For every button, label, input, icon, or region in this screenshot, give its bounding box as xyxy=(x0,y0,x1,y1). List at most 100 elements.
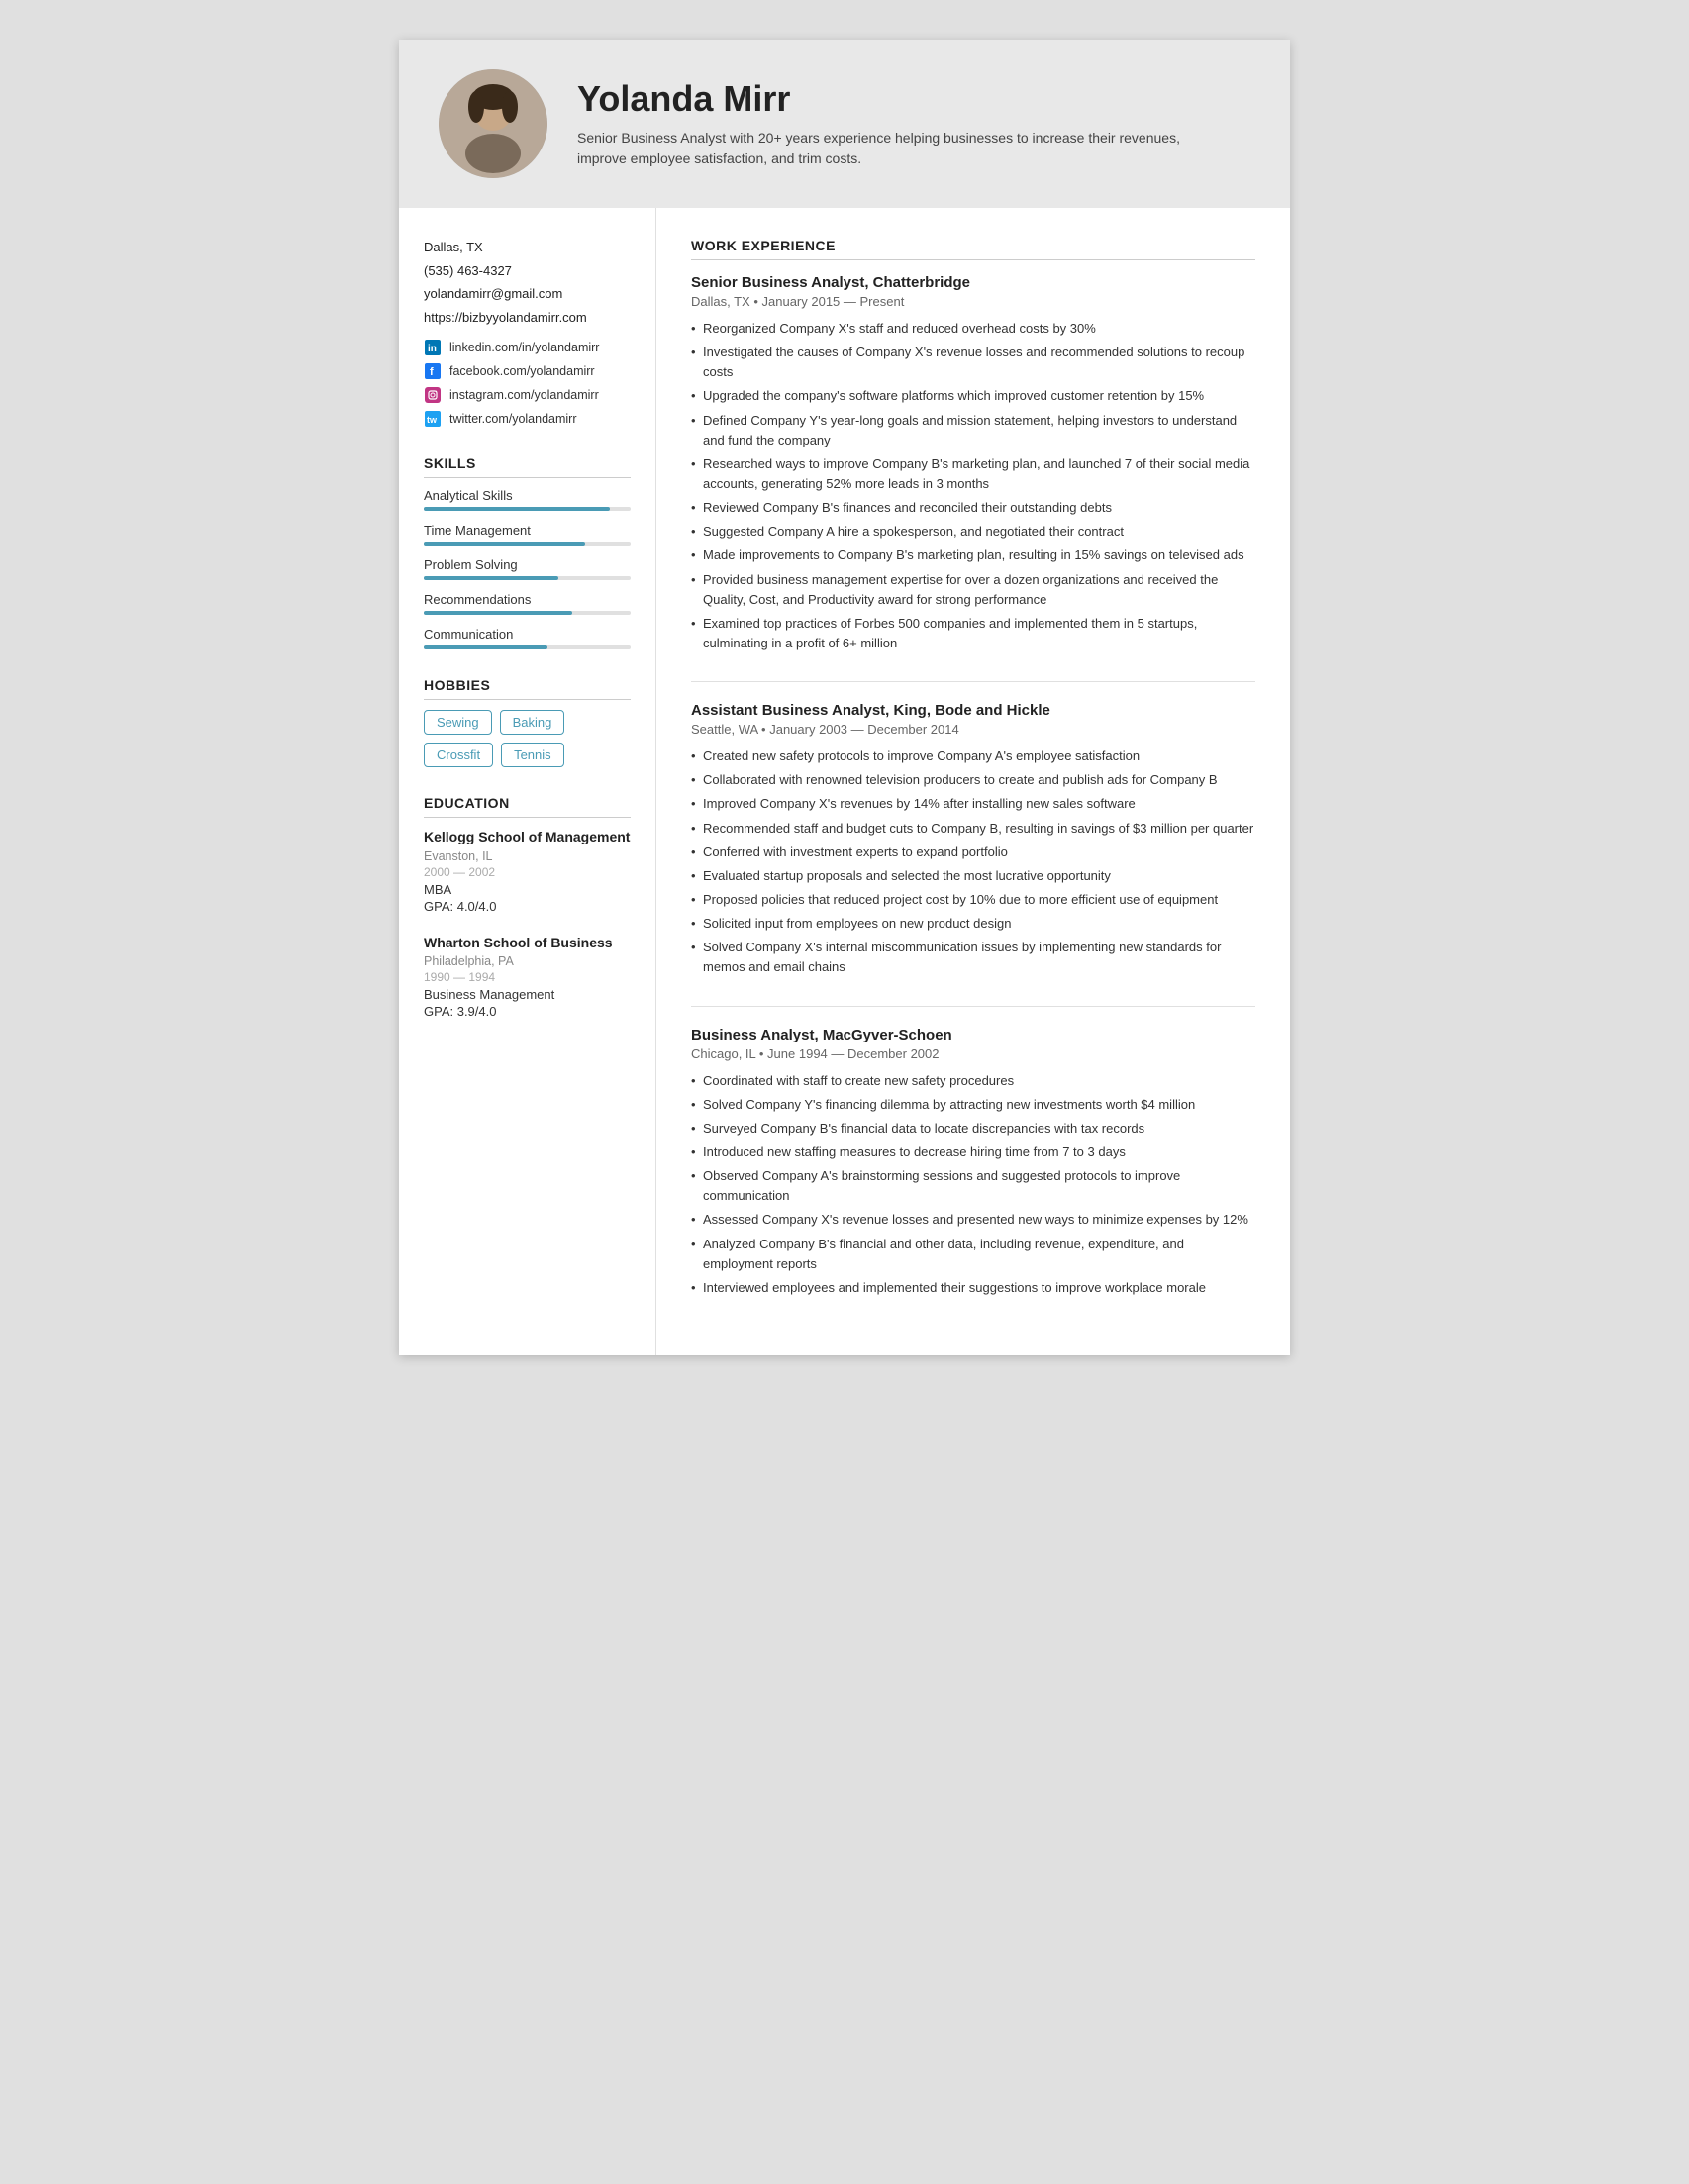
separator-0 xyxy=(691,681,1255,682)
social-instagram: instagram.com/yolandamirr xyxy=(424,386,631,404)
bullet-2-6: Analyzed Company B's financial and other… xyxy=(691,1235,1255,1274)
job-2: Business Analyst, MacGyver-Schoen Chicag… xyxy=(691,1027,1255,1298)
hobby-0: Sewing xyxy=(424,710,492,735)
edu-1: Wharton School of Business Philadelphia,… xyxy=(424,934,631,1020)
job-title-1: Assistant Business Analyst, King, Bode a… xyxy=(691,702,1255,719)
bullet-2-2: Surveyed Company B's financial data to l… xyxy=(691,1119,1255,1139)
contact-email: yolandamirr@gmail.com xyxy=(424,284,631,304)
edu-gpa-1: GPA: 3.9/4.0 xyxy=(424,1004,631,1019)
edu-degree-1: Business Management xyxy=(424,987,631,1002)
skill-1: Time Management xyxy=(424,523,631,546)
svg-text:tw: tw xyxy=(427,415,438,425)
skill-name-1: Time Management xyxy=(424,523,631,538)
skill-bar-fill-1 xyxy=(424,542,585,546)
candidate-summary: Senior Business Analyst with 20+ years e… xyxy=(577,128,1191,169)
bullet-0-4: Researched ways to improve Company B's m… xyxy=(691,454,1255,494)
hobbies-grid: Sewing Baking Crossfit Tennis xyxy=(424,710,631,767)
bullet-2-0: Coordinated with staff to create new saf… xyxy=(691,1071,1255,1091)
skill-bar-fill-2 xyxy=(424,576,558,580)
hobbies-section: HOBBIES Sewing Baking Crossfit Tennis xyxy=(424,677,631,767)
skill-4: Communication xyxy=(424,627,631,649)
candidate-name: Yolanda Mirr xyxy=(577,78,1191,120)
bullet-0-6: Suggested Company A hire a spokesperson,… xyxy=(691,522,1255,542)
job-meta-0: Dallas, TX • January 2015 — Present xyxy=(691,294,1255,309)
education-section: EDUCATION Kellogg School of Management E… xyxy=(424,795,631,1019)
education-title: EDUCATION xyxy=(424,795,631,818)
sidebar: Dallas, TX (535) 463-4327 yolandamirr@gm… xyxy=(399,208,656,1355)
bullet-1-4: Conferred with investment experts to exp… xyxy=(691,843,1255,862)
bullet-0-0: Reorganized Company X's staff and reduce… xyxy=(691,319,1255,339)
skill-3: Recommendations xyxy=(424,592,631,615)
facebook-icon: f xyxy=(424,362,442,380)
bullet-1-7: Solicited input from employees on new pr… xyxy=(691,914,1255,934)
skills-section: SKILLS Analytical Skills Time Management xyxy=(424,455,631,649)
instagram-handle: instagram.com/yolandamirr xyxy=(449,388,599,402)
edu-school-1: Wharton School of Business xyxy=(424,934,631,953)
job-title-0: Senior Business Analyst, Chatterbridge xyxy=(691,274,1255,291)
contact-website: https://bizbyyolandamirr.com xyxy=(424,308,631,328)
main-content: WORK EXPERIENCE Senior Business Analyst,… xyxy=(656,208,1290,1355)
bullet-0-7: Made improvements to Company B's marketi… xyxy=(691,546,1255,565)
edu-degree-0: MBA xyxy=(424,882,631,897)
hobby-2: Crossfit xyxy=(424,743,493,767)
header: Yolanda Mirr Senior Business Analyst wit… xyxy=(399,40,1290,208)
separator-1 xyxy=(691,1006,1255,1007)
facebook-handle: facebook.com/yolandamirr xyxy=(449,364,595,378)
bullet-1-3: Recommended staff and budget cuts to Com… xyxy=(691,819,1255,839)
bullet-1-0: Created new safety protocols to improve … xyxy=(691,746,1255,766)
body: Dallas, TX (535) 463-4327 yolandamirr@gm… xyxy=(399,208,1290,1355)
bullet-2-7: Interviewed employees and implemented th… xyxy=(691,1278,1255,1298)
bullet-1-2: Improved Company X's revenues by 14% aft… xyxy=(691,794,1255,814)
contact-phone: (535) 463-4327 xyxy=(424,261,631,281)
skill-bar-bg-3 xyxy=(424,611,631,615)
job-meta-2: Chicago, IL • June 1994 — December 2002 xyxy=(691,1046,1255,1061)
work-title: WORK EXPERIENCE xyxy=(691,238,1255,260)
bullet-0-5: Reviewed Company B's finances and reconc… xyxy=(691,498,1255,518)
job-bullets-1: Created new safety protocols to improve … xyxy=(691,746,1255,977)
twitter-icon: tw xyxy=(424,410,442,428)
skill-0: Analytical Skills xyxy=(424,488,631,511)
twitter-handle: twitter.com/yolandamirr xyxy=(449,412,577,426)
linkedin-handle: linkedin.com/in/yolandamirr xyxy=(449,341,599,354)
linkedin-icon: in xyxy=(424,339,442,356)
social-list: in linkedin.com/in/yolandamirr f xyxy=(424,339,631,428)
edu-location-1: Philadelphia, PA xyxy=(424,954,631,968)
skill-bar-bg-0 xyxy=(424,507,631,511)
job-title-2: Business Analyst, MacGyver-Schoen xyxy=(691,1027,1255,1043)
svg-text:in: in xyxy=(428,344,437,354)
edu-0: Kellogg School of Management Evanston, I… xyxy=(424,828,631,914)
bullet-2-1: Solved Company Y's financing dilemma by … xyxy=(691,1095,1255,1115)
skill-name-4: Communication xyxy=(424,627,631,642)
skill-bar-bg-2 xyxy=(424,576,631,580)
edu-year-1: 1990 — 1994 xyxy=(424,970,631,984)
contact-section: Dallas, TX (535) 463-4327 yolandamirr@gm… xyxy=(424,238,631,428)
resume: Yolanda Mirr Senior Business Analyst wit… xyxy=(399,40,1290,1355)
avatar xyxy=(439,69,547,178)
hobby-3: Tennis xyxy=(501,743,564,767)
social-facebook: f facebook.com/yolandamirr xyxy=(424,362,631,380)
skill-bar-bg-1 xyxy=(424,542,631,546)
bullet-1-6: Proposed policies that reduced project c… xyxy=(691,890,1255,910)
work-section: WORK EXPERIENCE Senior Business Analyst,… xyxy=(691,238,1255,1298)
bullet-0-1: Investigated the causes of Company X's r… xyxy=(691,343,1255,382)
instagram-icon xyxy=(424,386,442,404)
bullet-0-9: Examined top practices of Forbes 500 com… xyxy=(691,614,1255,653)
edu-school-0: Kellogg School of Management xyxy=(424,828,631,847)
contact-location: Dallas, TX xyxy=(424,238,631,257)
bullet-0-3: Defined Company Y's year-long goals and … xyxy=(691,411,1255,450)
hobbies-title: HOBBIES xyxy=(424,677,631,700)
job-bullets-2: Coordinated with staff to create new saf… xyxy=(691,1071,1255,1298)
skill-bar-fill-0 xyxy=(424,507,610,511)
bullet-2-4: Observed Company A's brainstorming sessi… xyxy=(691,1166,1255,1206)
job-0: Senior Business Analyst, Chatterbridge D… xyxy=(691,274,1255,653)
bullet-2-3: Introduced new staffing measures to decr… xyxy=(691,1142,1255,1162)
edu-gpa-0: GPA: 4.0/4.0 xyxy=(424,899,631,914)
skill-bar-fill-4 xyxy=(424,645,547,649)
edu-year-0: 2000 — 2002 xyxy=(424,865,631,879)
hobby-1: Baking xyxy=(500,710,565,735)
job-bullets-0: Reorganized Company X's staff and reduce… xyxy=(691,319,1255,653)
header-text: Yolanda Mirr Senior Business Analyst wit… xyxy=(577,78,1191,169)
job-meta-1: Seattle, WA • January 2003 — December 20… xyxy=(691,722,1255,737)
bullet-2-5: Assessed Company X's revenue losses and … xyxy=(691,1210,1255,1230)
skill-name-0: Analytical Skills xyxy=(424,488,631,503)
